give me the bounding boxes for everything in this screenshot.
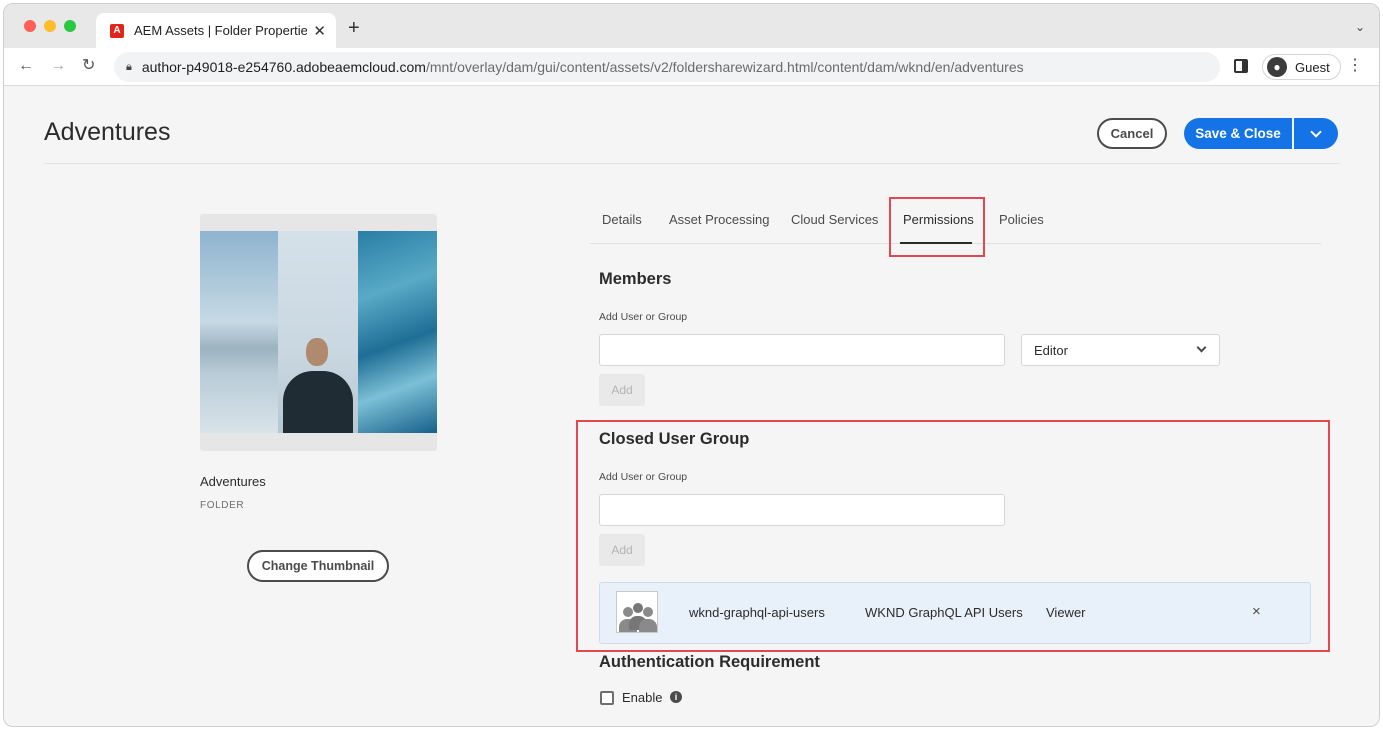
adobe-favicon-icon: A [110,23,124,38]
members-field-label: Add User or Group [599,311,688,323]
browser-tab-aem-folder-properties[interactable]: A AEM Assets | Folder Properties ✕ [96,13,336,48]
members-title: Members [599,270,672,288]
lock-icon: 🔒︎ [126,60,132,73]
profile-label: Guest [1295,59,1330,75]
browser-window: A AEM Assets | Folder Properties ✕ + ⌄ ←… [3,3,1380,727]
close-icon[interactable]: ✕ [313,22,326,40]
tab-asset-processing[interactable]: Asset Processing [669,212,769,227]
group-icon-head [623,607,633,617]
back-arrow-icon[interactable]: ← [18,57,34,75]
cug-entry-id: wknd-graphql-api-users [689,605,825,620]
enable-checkbox-label: Enable [622,690,663,705]
url-path: /mnt/overlay/dam/gui/content/assets/v2/f… [425,59,1024,75]
browser-tab-strip: A AEM Assets | Folder Properties ✕ + ⌄ [4,4,1379,48]
info-icon[interactable]: i [670,691,682,703]
thumbnail-panel-wave [358,231,437,433]
header-divider [44,163,1340,164]
url-host: author-p49018-e254760.adobeaemcloud.com [141,59,426,75]
side-panel-icon[interactable] [1234,59,1248,73]
change-thumbnail-button[interactable]: Change Thumbnail [247,550,389,582]
window-minimize-button[interactable] [44,20,56,32]
address-bar[interactable]: 🔒︎ author-p49018-e254760.adobeaemcloud.c… [114,52,1220,82]
group-icon-head [633,603,643,613]
cug-field-label: Add User or Group [599,471,688,483]
thumbnail-panel-surfer-portrait [278,231,358,433]
folder-name: Adventures [200,474,266,489]
thumbnail-panel-beach [200,231,278,433]
members-role-select[interactable]: Editor [1021,334,1220,366]
browser-toolbar: ← → ↻ 🔒︎ author-p49018-e254760.adobeaemc… [4,48,1379,86]
cug-entry-row: wknd-graphql-api-users WKND GraphQL API … [599,582,1311,644]
group-icon-head [643,607,653,617]
more-vert-icon[interactable]: ⋮ [1347,57,1363,75]
group-icon [616,591,658,633]
folder-thumbnail-image [200,231,437,433]
save-options-dropdown-button[interactable] [1294,118,1338,149]
cug-user-input[interactable] [599,494,1005,526]
folder-properties-page: Adventures Cancel Save & Close Adventure… [4,86,1379,726]
members-add-button[interactable]: Add [599,374,645,406]
chevron-down-icon[interactable]: ⌄ [1355,20,1365,34]
cug-add-button[interactable]: Add [599,534,645,566]
save-and-close-button[interactable]: Save & Close [1184,118,1292,149]
tab-cloud-services[interactable]: Cloud Services [791,212,878,227]
browser-tab-title: AEM Assets | Folder Properties [134,23,308,38]
enable-checkbox[interactable] [600,691,614,705]
tab-policies[interactable]: Policies [999,212,1044,227]
folder-thumbnail-card [200,214,437,451]
user-avatar-icon: ● [1267,57,1287,77]
folder-type: FOLDER [200,500,245,511]
chevron-down-icon [1196,342,1207,353]
authentication-title: Authentication Requirement [599,653,820,671]
reload-icon[interactable]: ↻ [82,57,95,75]
window-close-button[interactable] [24,20,36,32]
window-maximize-button[interactable] [64,20,76,32]
closed-user-group-title: Closed User Group [599,430,750,448]
chevron-down-icon [1310,125,1322,138]
permissions-tab-highlight [889,197,985,257]
members-role-value: Editor [1034,342,1068,358]
cug-entry-name: WKND GraphQL API Users [865,605,1023,620]
cug-entry-role: Viewer [1046,605,1086,620]
tab-details[interactable]: Details [602,212,642,227]
page-title: Adventures [44,118,171,146]
plus-icon[interactable]: + [348,18,360,38]
profile-button[interactable]: ● Guest [1262,54,1341,80]
members-user-input[interactable] [599,334,1005,366]
close-icon[interactable]: × [1252,603,1261,620]
group-icon-body [639,619,657,632]
thumbnail-person-head [306,338,328,366]
thumbnail-person-body [283,371,353,433]
forward-arrow-icon[interactable]: → [50,57,66,75]
cancel-button[interactable]: Cancel [1097,118,1167,149]
